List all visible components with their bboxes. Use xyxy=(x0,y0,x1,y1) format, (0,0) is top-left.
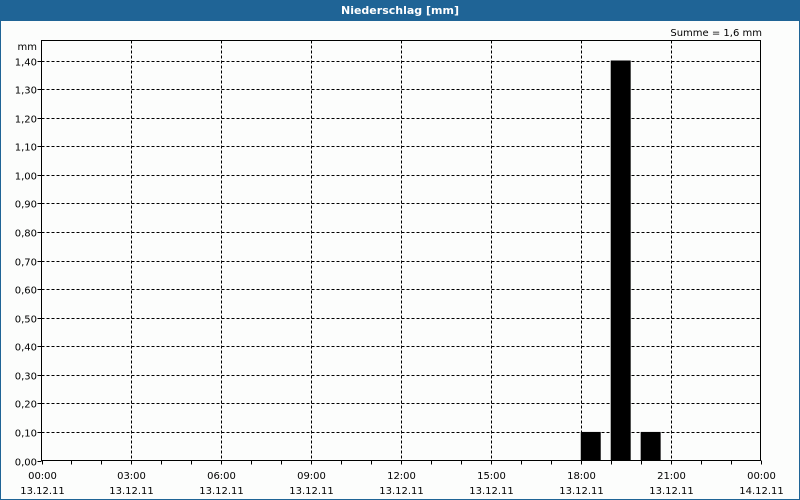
y-tick-label: 0,60 xyxy=(15,286,37,297)
y-tick-label: 1,40 xyxy=(15,58,37,69)
precipitation-bar xyxy=(640,431,661,461)
x-tick-time: 06:00 xyxy=(207,471,236,482)
y-tick-label: 0,00 xyxy=(15,458,37,469)
x-tick-date: 13.12.11 xyxy=(20,486,65,497)
y-axis-unit: mm xyxy=(18,42,37,53)
y-tick-label: 1,30 xyxy=(15,86,37,97)
y-tick-label: 1,00 xyxy=(15,172,37,183)
x-tick-time: 00:00 xyxy=(28,471,57,482)
x-tick-time: 18:00 xyxy=(567,471,596,482)
y-tick-label: 0,70 xyxy=(15,258,37,269)
x-tick-date: 13.12.11 xyxy=(199,486,244,497)
x-tick-date: 13.12.11 xyxy=(109,486,154,497)
x-tick-time: 09:00 xyxy=(297,471,326,482)
y-tick-label: 0,40 xyxy=(15,343,37,354)
sum-annotation: Summe = 1,6 mm xyxy=(670,28,762,39)
precipitation-bar xyxy=(610,60,631,461)
precipitation-bar xyxy=(580,431,601,461)
x-tick-date: 13.12.11 xyxy=(559,486,604,497)
x-tick-time: 00:00 xyxy=(747,471,776,482)
x-tick-time: 12:00 xyxy=(387,471,416,482)
x-tick-date: 13.12.11 xyxy=(379,486,424,497)
y-tick-label: 0,30 xyxy=(15,372,37,383)
x-tick-time: 03:00 xyxy=(117,471,146,482)
x-tick-time: 15:00 xyxy=(477,471,506,482)
y-tick-label: 0,20 xyxy=(15,400,37,411)
y-tick-label: 0,80 xyxy=(15,229,37,240)
y-tick-label: 1,20 xyxy=(15,115,37,126)
x-tick-date: 13.12.11 xyxy=(289,486,334,497)
y-tick-label: 0,90 xyxy=(15,200,37,211)
x-tick-date: 13.12.11 xyxy=(649,486,694,497)
y-tick-label: 0,50 xyxy=(15,315,37,326)
x-tick-time: 21:00 xyxy=(657,471,686,482)
precipitation-chart: Summe = 1,6 mm mm 0,00 0,10 0,20 0,30 0,40 0,… xyxy=(15,28,784,497)
x-tick-date: 14.12.11 xyxy=(739,486,784,497)
x-tick-date: 13.12.11 xyxy=(469,486,514,497)
y-tick-label: 0,10 xyxy=(15,429,37,440)
y-tick-label: 1,10 xyxy=(15,143,37,154)
